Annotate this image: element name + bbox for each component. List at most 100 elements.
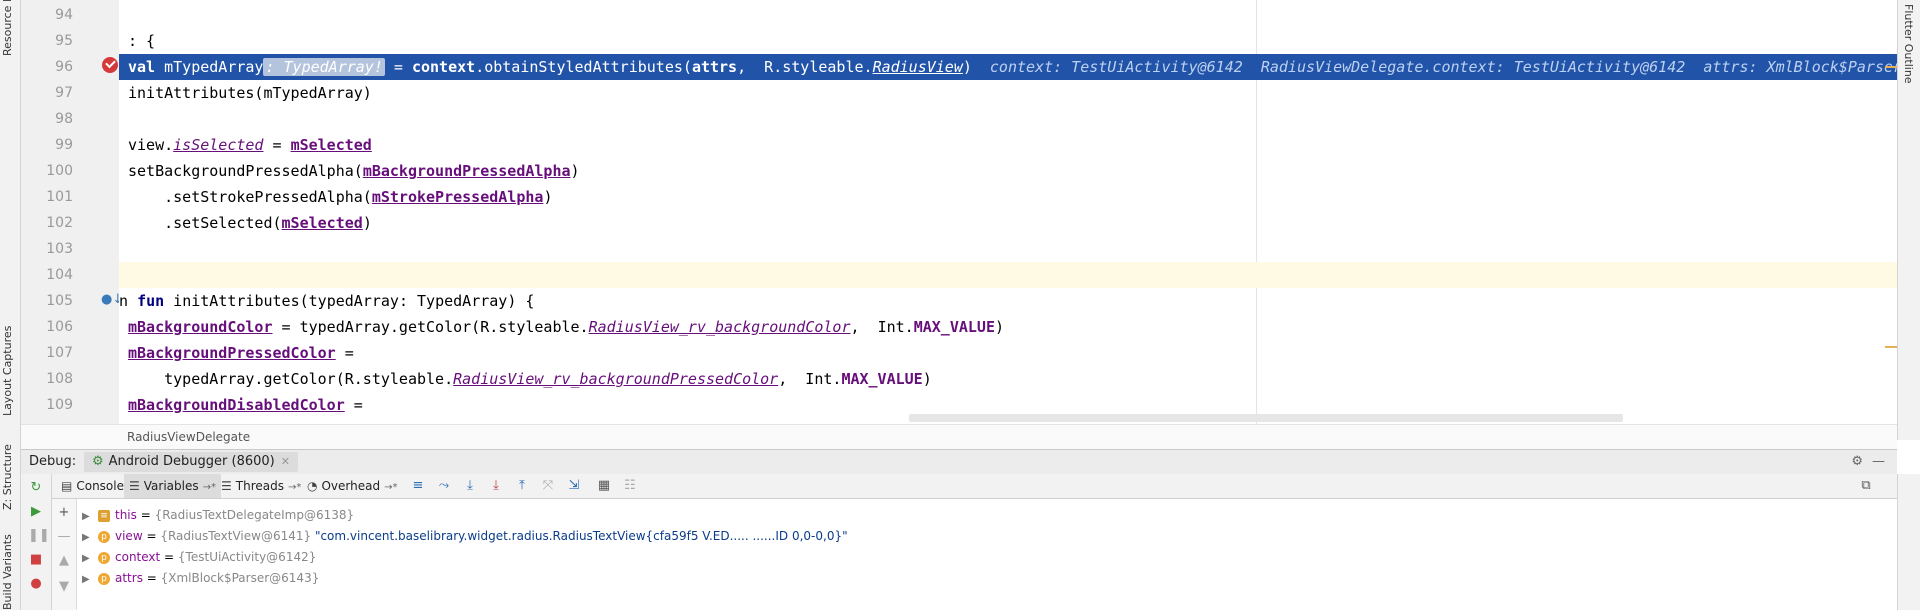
view-breakpoints-icon[interactable]: ● <box>28 576 44 592</box>
debug-side-toolbar: ↻ ▶ ❚❚ ■ ● <box>21 474 52 610</box>
pause-icon[interactable]: ❚❚ <box>28 528 50 544</box>
move-up-icon[interactable]: ▲ <box>56 553 72 569</box>
line-number: 100 <box>46 163 73 179</box>
code-line: initAttributes(mTypedArray) <box>128 84 372 102</box>
line-number: 95 <box>55 33 73 49</box>
code-line-caret <box>119 262 1897 288</box>
parameter-badge-icon: p <box>98 530 110 543</box>
right-tool-strip-bottom <box>1897 474 1920 610</box>
expand-arrow-icon[interactable]: ▶ <box>82 528 94 548</box>
inline-debug-values: context: TestUiActivity@6142 RadiusViewD… <box>989 58 1897 76</box>
code-token: mTypedArray <box>155 58 264 76</box>
code-line: typedArray.getColor(R.styleable.RadiusVi… <box>128 370 932 388</box>
error-stripe-marker[interactable] <box>1885 66 1897 68</box>
minimize-icon[interactable]: — <box>1872 450 1885 474</box>
code-line: view.isSelected = mSelected <box>128 136 372 154</box>
step-over-icon[interactable]: ⤳ <box>436 478 452 494</box>
type-hint: : TypedArray! <box>263 58 385 76</box>
threads-icon: ☰ <box>221 479 232 493</box>
line-number: 106 <box>46 319 73 335</box>
line-number: 104 <box>46 267 73 283</box>
resource-manager-tab[interactable]: Resource Manager <box>1 0 19 56</box>
list-item[interactable]: ▶ ≡ this = {RadiusTextDelegateImp@6138} <box>77 505 354 525</box>
code-line: setBackgroundPressedAlpha(mBackgroundPre… <box>128 162 580 180</box>
code-line: : { <box>128 32 156 50</box>
android-debugger-icon: ⚙ <box>92 454 104 469</box>
debug-session-tab[interactable]: ⚙ Android Debugger (8600) ✕ <box>84 452 298 472</box>
step-out-icon[interactable]: ⤒ <box>514 478 530 494</box>
line-number: 103 <box>46 241 73 257</box>
trace-icon[interactable]: ☷ <box>622 478 638 494</box>
line-number: 99 <box>55 137 73 153</box>
rerun-icon[interactable]: ↻ <box>28 480 44 496</box>
line-number: 109 <box>46 397 73 413</box>
variables-icon: ☰ <box>129 479 140 493</box>
show-frames-icon[interactable]: ≡ <box>410 478 426 494</box>
close-icon[interactable]: ✕ <box>281 455 290 468</box>
stop-icon[interactable]: ■ <box>28 552 44 568</box>
line-number: 107 <box>46 345 73 361</box>
pin-icon[interactable]: →* <box>384 482 397 493</box>
code-line: n fun initAttributes(typedArray: TypedAr… <box>119 292 535 310</box>
code-line: mBackgroundPressedColor = <box>128 344 354 362</box>
evaluate-expression-icon[interactable]: ▦ <box>596 478 612 494</box>
run-to-cursor-icon[interactable]: ⇲ <box>566 478 582 494</box>
console-icon: ▤ <box>61 479 73 493</box>
flutter-outline-tab[interactable]: Flutter Outline <box>1902 4 1915 84</box>
code-token: val <box>128 58 156 76</box>
list-item[interactable]: ▶ p attrs = {XmlBlock$Parser@6143} <box>77 568 319 588</box>
debug-label: Debug: <box>29 454 77 469</box>
debug-tabs-toolbar: ▤ Console ☰ Variables →* ☰ Threads →* ◔ Overhe… <box>52 474 1897 499</box>
list-item[interactable]: ▶ p view = {RadiusTextView@6141} "com.vinc… <box>77 526 848 546</box>
line-number: 102 <box>46 215 73 231</box>
debug-panel-header: Debug: ⚙ Android Debugger (8600) ✕ ⚙ — <box>21 449 1897 475</box>
left-tool-strip: Resource Manager Layout Captures Z: Stru… <box>0 0 21 610</box>
expand-arrow-icon[interactable]: ▶ <box>82 507 94 527</box>
error-stripe-marker[interactable] <box>1885 346 1897 348</box>
drop-frame-icon[interactable]: ⤧ <box>540 478 556 494</box>
list-item[interactable]: ▶ p context = {TestUiActivity@6142} <box>77 547 316 567</box>
layout-captures-tab[interactable]: Layout Captures <box>1 320 19 416</box>
tab-console[interactable]: ▤ Console <box>56 474 129 498</box>
move-down-icon[interactable]: ▼ <box>56 579 72 595</box>
breadcrumb-item[interactable]: RadiusViewDelegate <box>127 430 250 444</box>
editor-gutter: 94 95 96 97 98 99 100 101 102 103 104 10… <box>21 0 145 424</box>
parameter-badge-icon: p <box>98 572 110 585</box>
code-line: .setSelected(mSelected) <box>128 214 372 232</box>
expand-arrow-icon[interactable]: ▶ <box>82 570 94 590</box>
variables-side-toolbar: + — ▲ ▼ <box>52 499 77 610</box>
pin-icon[interactable]: →* <box>203 482 216 493</box>
line-number: 94 <box>55 7 73 23</box>
tab-variables[interactable]: ☰ Variables →* <box>124 474 221 498</box>
line-number: 98 <box>55 111 73 127</box>
code-line: mBackgroundColor = typedArray.getColor(R… <box>128 318 1005 336</box>
restore-layout-icon[interactable]: ⧉ <box>1858 478 1874 494</box>
gear-icon[interactable]: ⚙ <box>1851 450 1863 474</box>
breadcrumb[interactable]: RadiusViewDelegate <box>21 424 1897 449</box>
line-number: 101 <box>46 189 73 205</box>
line-number: 108 <box>46 371 73 387</box>
right-tool-strip: Flutter Outline <box>1897 0 1920 440</box>
code-line: .setStrokePressedAlpha(mStrokePressedAlp… <box>128 188 553 206</box>
structure-tab[interactable]: Z: Structure <box>1 444 19 510</box>
field-badge-icon: ≡ <box>98 509 110 522</box>
expand-arrow-icon[interactable]: ▶ <box>82 549 94 569</box>
line-number: 97 <box>55 85 73 101</box>
breakpoint-icon[interactable] <box>102 57 118 73</box>
remove-watch-icon[interactable]: — <box>56 529 72 545</box>
build-variants-tab[interactable]: Build Variants <box>1 534 19 610</box>
resume-icon[interactable]: ▶ <box>28 504 44 520</box>
code-editor[interactable]: : { val mTypedArray: TypedArray! = conte… <box>119 0 1897 424</box>
line-number: 96 <box>55 59 73 75</box>
add-watch-icon[interactable]: + <box>56 505 72 521</box>
tab-overhead[interactable]: ◔ Overhead →* <box>302 474 403 498</box>
variables-tree: ▶ ≡ this = {RadiusTextDelegateImp@6138} ▶ p… <box>77 499 1897 610</box>
overhead-icon: ◔ <box>307 479 318 493</box>
force-step-into-icon[interactable]: ⤓ <box>488 478 504 494</box>
pin-icon[interactable]: →* <box>288 482 301 493</box>
parameter-badge-icon: p <box>98 551 110 564</box>
line-number: 105 <box>46 293 73 309</box>
tab-threads[interactable]: ☰ Threads →* <box>216 474 306 498</box>
step-into-icon[interactable]: ⤓ <box>462 478 478 494</box>
horizontal-scrollbar[interactable] <box>909 414 1623 422</box>
